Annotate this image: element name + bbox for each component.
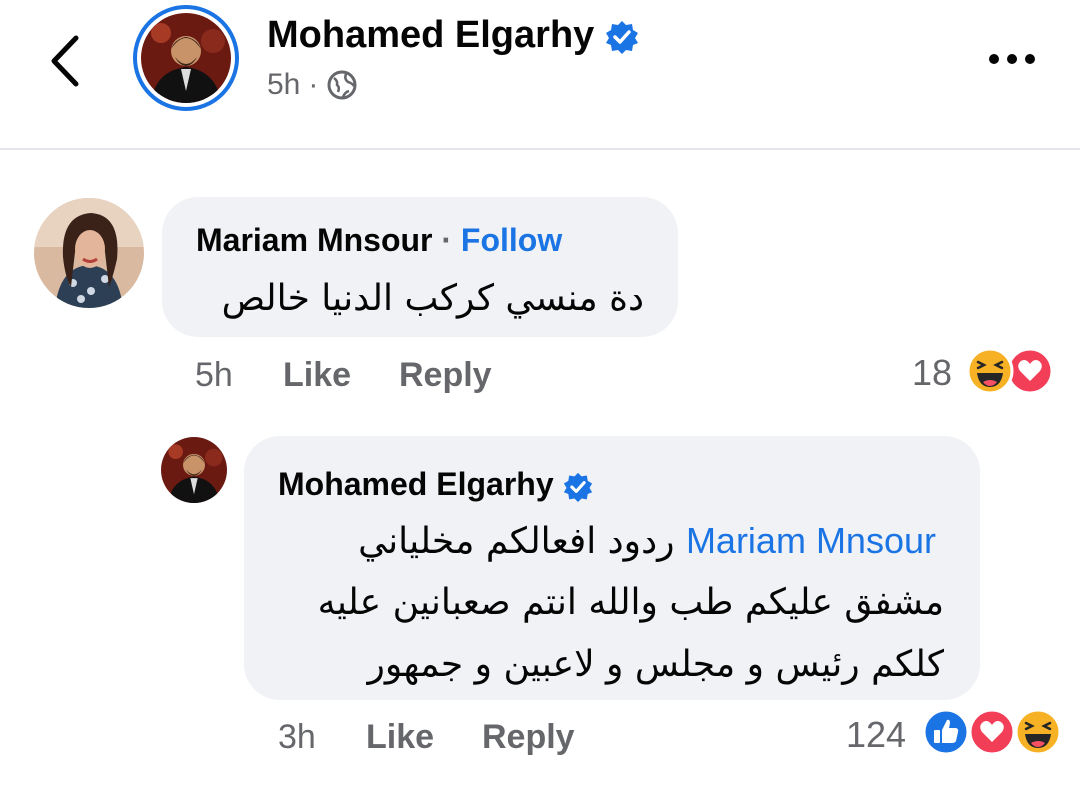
reply-header: Mohamed Elgarhy bbox=[278, 466, 593, 503]
follow-button[interactable]: Follow bbox=[461, 222, 562, 258]
reply-text-line-3: كلكم رئيس و مجلس و لاعبين و جمهور bbox=[367, 644, 944, 685]
replier-name[interactable]: Mohamed Elgarhy bbox=[278, 466, 554, 502]
name-separator: · bbox=[441, 222, 453, 258]
reply-text: ردود افعالكم مخلياني bbox=[358, 521, 675, 562]
reply-text-line-1: Mariam Mnsour ردود افعالكم مخلياني bbox=[358, 520, 936, 562]
header-divider bbox=[0, 148, 1080, 150]
reply-button[interactable]: Reply bbox=[399, 356, 492, 395]
more-options-button[interactable] bbox=[984, 44, 1044, 74]
reaction-icons[interactable] bbox=[922, 708, 1062, 756]
comment-header: Mariam Mnsour · Follow bbox=[196, 222, 562, 259]
haha-reaction-icon bbox=[1014, 708, 1062, 756]
like-reaction-icon bbox=[922, 708, 970, 756]
haha-reaction-icon bbox=[966, 347, 1014, 395]
more-dots-icon bbox=[989, 54, 1035, 64]
commenter-name[interactable]: Mariam Mnsour bbox=[196, 222, 432, 258]
post-header: Mohamed Elgarhy 5h · bbox=[0, 0, 1080, 150]
reply-actions: 3h Like Reply bbox=[278, 718, 598, 758]
chevron-left-icon bbox=[51, 35, 79, 87]
love-reaction-icon bbox=[968, 708, 1016, 756]
back-button[interactable] bbox=[44, 30, 88, 92]
replier-avatar[interactable] bbox=[161, 437, 227, 503]
comment-time: 5h bbox=[195, 356, 233, 394]
like-button[interactable]: Like bbox=[366, 718, 434, 757]
reply-text-line-2: مشفق عليكم طب والله انتم صعبانين عليه bbox=[317, 582, 944, 623]
mention-link[interactable]: Mariam Mnsour bbox=[686, 520, 936, 561]
post-meta: 5h · bbox=[267, 68, 358, 102]
reaction-count[interactable]: 18 bbox=[912, 352, 952, 394]
commenter-avatar[interactable] bbox=[33, 197, 145, 309]
comment-text: دة منسي كركب الدنيا خالص bbox=[221, 278, 644, 319]
reaction-icons[interactable] bbox=[966, 347, 1060, 395]
verified-badge-icon bbox=[605, 20, 638, 54]
post-time: 5h bbox=[267, 68, 301, 101]
reaction-count[interactable]: 124 bbox=[846, 714, 906, 756]
author-name[interactable]: Mohamed Elgarhy bbox=[267, 14, 639, 57]
author-name-text: Mohamed Elgarhy bbox=[267, 14, 595, 56]
avatar-image bbox=[141, 13, 231, 103]
like-button[interactable]: Like bbox=[283, 356, 351, 395]
author-avatar[interactable] bbox=[133, 5, 239, 111]
globe-icon[interactable] bbox=[326, 69, 358, 101]
reply-time: 3h bbox=[278, 718, 316, 756]
verified-badge-icon bbox=[563, 472, 592, 502]
meta-separator: · bbox=[308, 68, 319, 101]
comment-actions: 5h Like Reply bbox=[195, 356, 515, 396]
reply-button[interactable]: Reply bbox=[482, 718, 575, 757]
